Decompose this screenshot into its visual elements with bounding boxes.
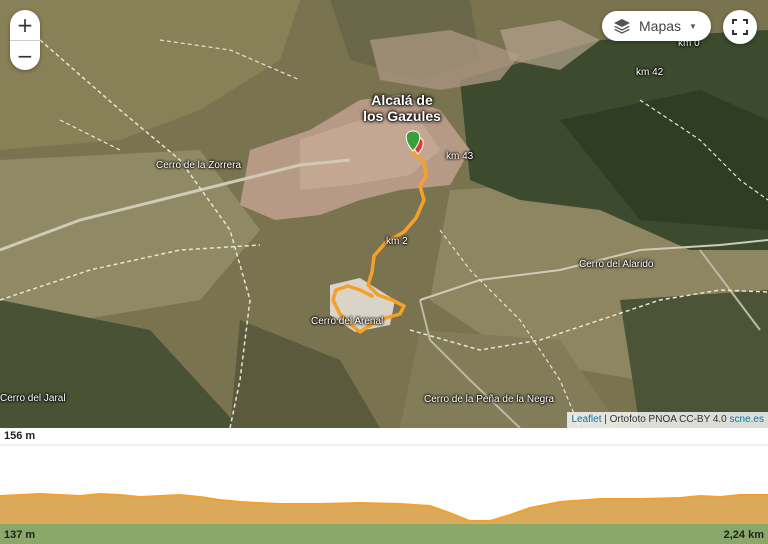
min-elevation-label: 137 m (4, 529, 36, 541)
map-attribution: Leaflet | Ortofoto PNOA CC-BY 4.0 scne.e… (567, 412, 768, 428)
layers-dropdown[interactable]: Mapas ▼ (602, 11, 711, 41)
fullscreen-icon (732, 19, 748, 35)
label-km-42: km 42 (636, 67, 664, 78)
scne-link[interactable]: scne.es (730, 414, 764, 425)
elevation-chart (0, 444, 768, 544)
label-cerro-jaral: Cerro del Jaral (0, 393, 66, 404)
zoom-out-button[interactable]: − (10, 40, 40, 70)
map-view[interactable]: Alcalá de los Gazules Cerro de la Zorrer… (0, 0, 768, 428)
label-cerro-zorrera: Cerro de la Zorrera (156, 160, 242, 171)
label-km-2: km 2 (386, 236, 408, 247)
label-cerro-alarido: Cerro del Alarido (579, 259, 654, 270)
satellite-imagery (0, 0, 768, 428)
elevation-profile[interactable]: 156 m 137 m 2,24 km (0, 428, 768, 544)
distance-label: 2,24 km (723, 529, 764, 541)
label-cerro-arenal: Cerro del Arenal (311, 316, 384, 327)
fullscreen-button[interactable] (723, 10, 757, 44)
leaflet-link[interactable]: Leaflet (571, 414, 601, 425)
attribution-text: | Ortofoto PNOA CC-BY 4.0 (601, 414, 730, 425)
layers-label: Mapas (639, 18, 682, 34)
town-label: Alcalá de los Gazules (363, 92, 441, 124)
zoom-in-button[interactable]: + (10, 10, 40, 40)
chevron-down-icon: ▼ (689, 21, 697, 31)
layers-icon (614, 19, 630, 34)
label-cerro-pena-negra: Cerro de la Peña de la Negra (424, 394, 555, 405)
max-elevation-label: 156 m (4, 430, 36, 442)
zoom-control: + − (10, 10, 40, 70)
label-km-43: km 43 (446, 151, 474, 162)
